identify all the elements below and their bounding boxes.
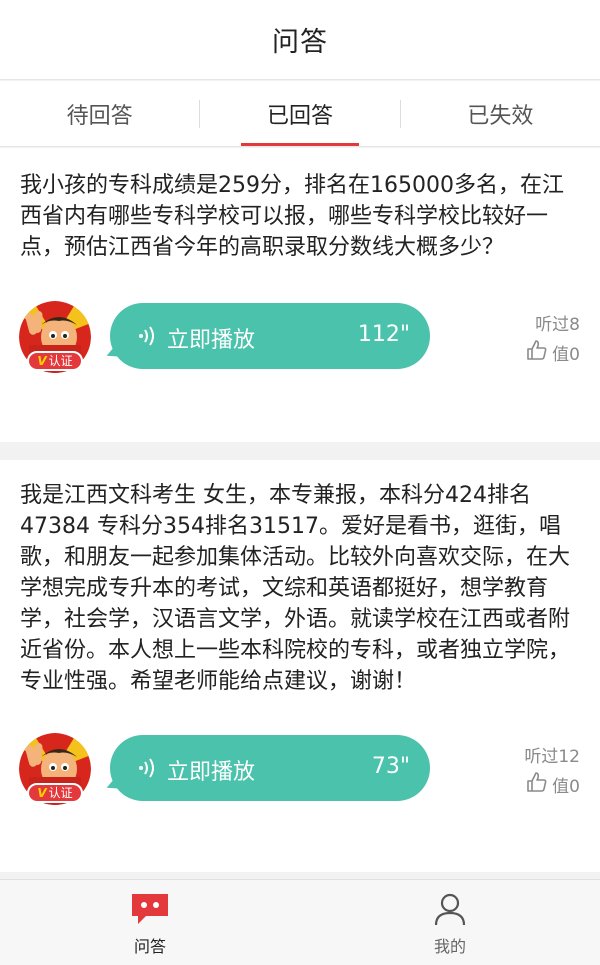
bottom-nav: 问答 我的 (0, 879, 600, 965)
tab-bar: 待回答 已回答 已失效 (0, 81, 600, 147)
listen-count: 听过8 (535, 315, 580, 335)
thumbs-up-icon (526, 339, 548, 370)
play-label: 立即播放 (167, 760, 256, 785)
play-label: 立即播放 (167, 328, 256, 353)
audio-wave-icon (138, 325, 158, 351)
user-icon (432, 889, 468, 929)
question-text: 我是江西文科考生 女生，本专兼报，本科分424排名47384 专科分354排名3… (20, 483, 571, 694)
tab-answered[interactable]: 已回答 (200, 81, 399, 146)
audio-duration: 112" (357, 322, 410, 347)
like-button[interactable]: 值0 (526, 339, 580, 370)
question-card[interactable]: 我小孩的专科成绩是259分，排名在165000多名，在江西省内有哪些专科学校可以… (0, 148, 600, 442)
nav-mine-label: 我的 (433, 936, 466, 956)
play-answer-button[interactable]: 立即播放 112" (110, 303, 430, 369)
audio-wave-icon (138, 757, 158, 783)
page-title: 问答 (272, 27, 328, 58)
question-text: 我小孩的专科成绩是259分，排名在165000多名，在江西省内有哪些专科学校可以… (20, 173, 564, 260)
verified-badge: V 认证 (27, 351, 83, 371)
listen-count: 听过12 (524, 747, 580, 767)
thumbs-up-icon (526, 771, 548, 802)
app-header: 问答 (0, 0, 600, 80)
tab-pending[interactable]: 待回答 (0, 81, 199, 146)
tab-expired[interactable]: 已失效 (401, 81, 600, 146)
answer-row: V 认证 立即播放 73" 听过12 值0 (0, 733, 600, 805)
nav-qa-label: 问答 (133, 936, 166, 956)
nav-mine[interactable]: 我的 (300, 880, 600, 965)
like-count: 值0 (552, 344, 580, 365)
play-answer-button[interactable]: 立即播放 73" (110, 735, 430, 801)
answer-row: V 认证 立即播放 112" 听过8 值0 (0, 301, 600, 373)
audio-duration: 73" (371, 754, 410, 779)
like-button[interactable]: 值0 (524, 771, 580, 802)
answer-stats: 听过12 值0 (524, 743, 580, 802)
answer-stats: 听过8 值0 (526, 311, 580, 370)
verified-badge: V 认证 (27, 783, 83, 803)
question-card[interactable]: 我是江西文科考生 女生，本专兼报，本科分424排名47384 专科分354排名3… (0, 460, 600, 872)
like-count: 值0 (552, 776, 580, 797)
chat-bubble-icon (130, 889, 170, 929)
nav-qa[interactable]: 问答 (0, 880, 300, 965)
